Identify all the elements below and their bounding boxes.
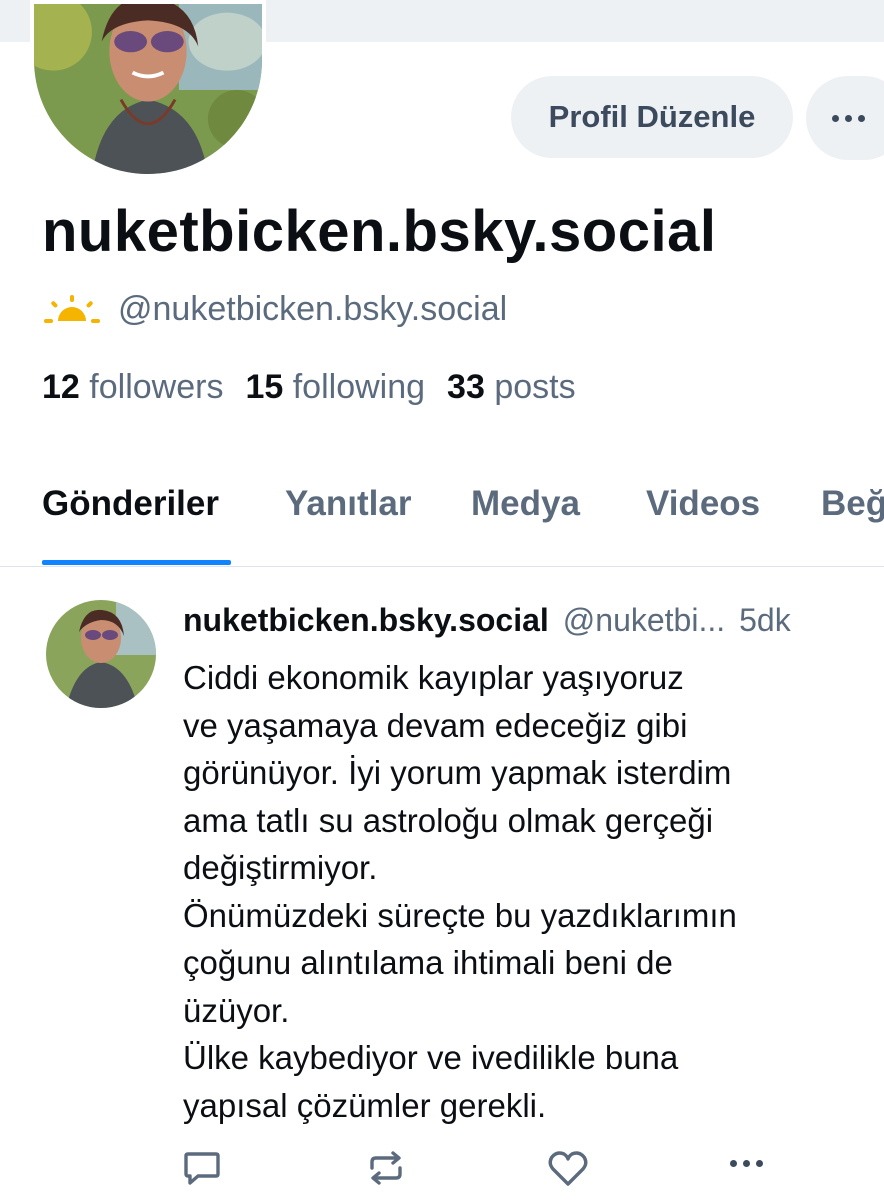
post-time[interactable]: 5dk [739, 602, 791, 639]
posts-stat: 33 posts [447, 368, 576, 406]
handle-row: @nuketbicken.bsky.social [44, 290, 507, 329]
repost-icon [370, 1151, 402, 1185]
post-line: üzüyor. [183, 991, 290, 1029]
post-author-handle[interactable]: @nuketbi... [563, 602, 725, 639]
profile-tabs: Gönderiler Yanıtlar Medya Videos Beğ [0, 460, 884, 567]
post-line: Ülke kaybediyor ve ivedilikle buna [183, 1039, 679, 1076]
repost-button[interactable] [366, 1148, 406, 1188]
display-name: nuketbicken.bsky.social [42, 199, 717, 264]
following-stat[interactable]: 15 following [245, 368, 425, 407]
sunrise-icon [44, 294, 100, 323]
tab-gonderiler[interactable]: Gönderiler [42, 484, 219, 524]
post-actions [0, 1148, 884, 1192]
post-line: yapısal çözümler gerekli. [183, 1086, 547, 1124]
profile-handle: @nuketbicken.bsky.social [118, 290, 508, 328]
profile-stats: 12 followers 15 following 33 posts [42, 368, 576, 407]
profile-avatar[interactable] [30, 0, 266, 178]
reply-button[interactable] [182, 1148, 222, 1188]
post-line: Ciddi ekonomik kayıplar yaşıyoruz [183, 659, 684, 696]
followers-stat[interactable]: 12 followers [42, 368, 223, 407]
like-icon [548, 1151, 588, 1186]
post-more-button[interactable] [730, 1160, 763, 1167]
post-text[interactable]: Ciddi ekonomik kayıplar yaşıyoruz ve yaş… [183, 654, 863, 1129]
reply-icon [184, 1152, 220, 1185]
post-line: görünüyor. İyi yorum yapmak isterdim [183, 754, 732, 791]
post-line: ve yaşamaya devam edeceğiz gibi [183, 706, 688, 744]
tab-begeniler[interactable]: Beğ [821, 484, 884, 524]
active-tab-indicator [42, 560, 231, 565]
more-icon [730, 1160, 763, 1167]
post-line: çoğunu alıntılama ihtimali beni de [183, 944, 673, 981]
tab-medya[interactable]: Medya [471, 484, 580, 524]
tab-yanitlar[interactable]: Yanıtlar [285, 484, 411, 524]
post-author-avatar[interactable] [46, 600, 156, 708]
post-author-name[interactable]: nuketbicken.bsky.social [183, 602, 549, 639]
post-line: Önümüzdeki süreçte bu yazdıklarımın [183, 896, 737, 934]
edit-profile-button[interactable]: Profil Düzenle [511, 76, 793, 158]
post-line: değiştirmiyor. [183, 849, 378, 886]
post-header: nuketbicken.bsky.social @nuketbi... 5dk [183, 602, 791, 639]
like-button[interactable] [547, 1148, 589, 1188]
tab-videos[interactable]: Videos [646, 484, 760, 524]
post-line: ama tatlı su astroloğu olmak gerçeği [183, 801, 714, 839]
profile-more-button[interactable] [806, 76, 884, 160]
more-icon [832, 114, 865, 122]
